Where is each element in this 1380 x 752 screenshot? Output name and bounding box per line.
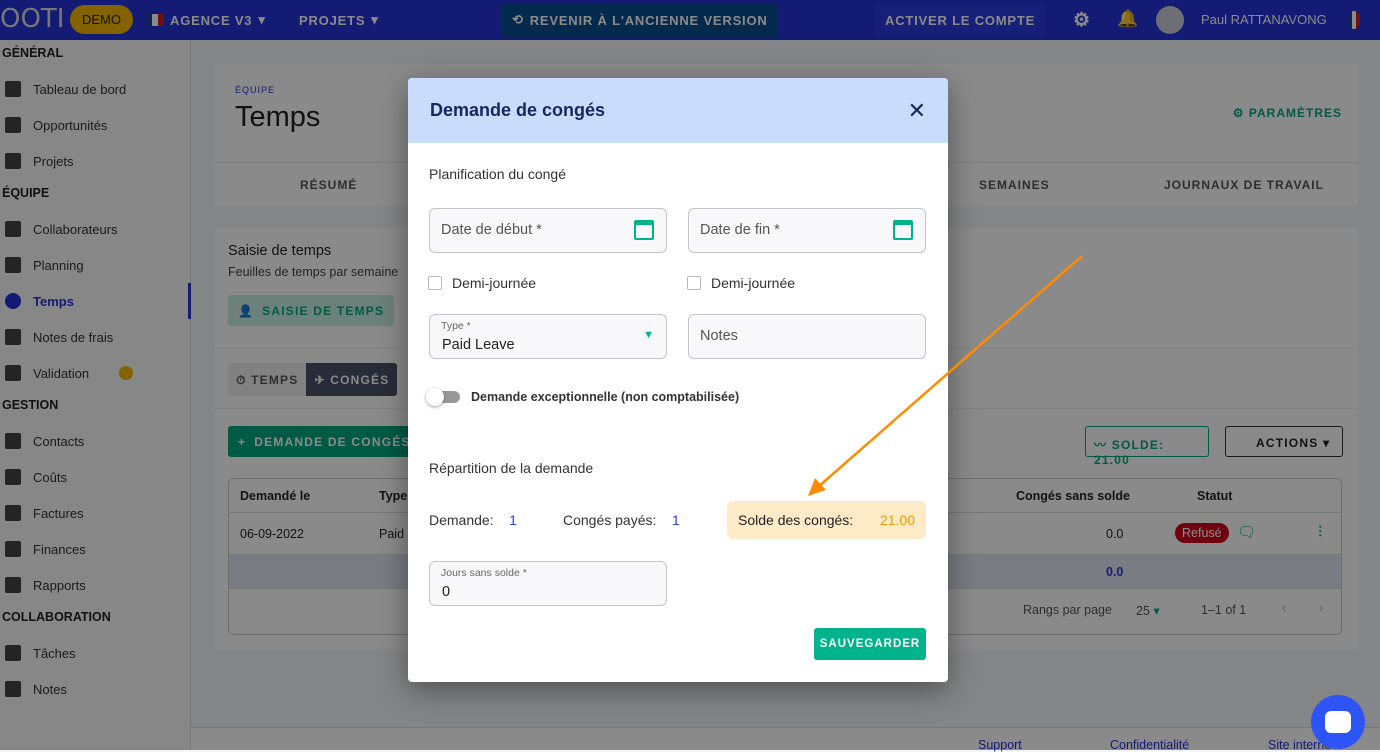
annotation-arrow	[808, 255, 1083, 496]
